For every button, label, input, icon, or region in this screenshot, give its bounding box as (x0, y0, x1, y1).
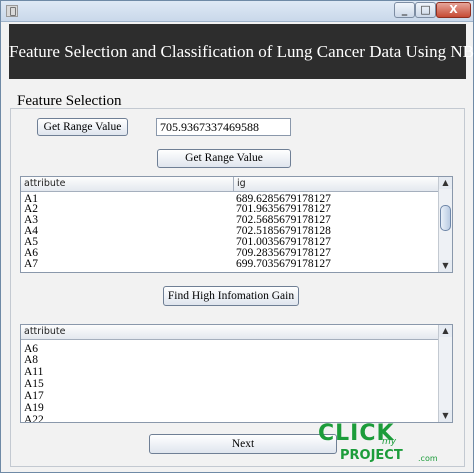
ig-table[interactable]: attribute ig A1 689.6285679178127 A2 701… (20, 176, 453, 273)
logo-sub-text: PROJECT (340, 448, 403, 463)
ig-cell: 701.9635679178127 (236, 204, 331, 215)
table-row[interactable]: A3 702.5685679178127 (21, 215, 440, 226)
scroll-thumb[interactable] (440, 205, 451, 231)
column-header-attribute[interactable]: attribute (21, 177, 233, 191)
table-row[interactable]: A5 701.0035679178127 (21, 237, 440, 248)
ig-cell: 702.5685679178127 (236, 215, 331, 226)
attribute-cell: A17 (24, 391, 44, 402)
column-header-attribute[interactable]: attribute (21, 325, 440, 339)
ig-table-scrollbar[interactable]: ▲ ▼ (438, 177, 452, 272)
attribute-cell: A5 (24, 237, 39, 248)
watermark-logo: CLICK my PROJECT .com (318, 421, 468, 469)
attribute-cell: A8 (24, 355, 39, 366)
table-row[interactable]: A1 689.6285679178127 (21, 194, 440, 205)
list-item[interactable]: A17 (21, 391, 440, 402)
ig-cell: 701.0035679178127 (236, 237, 331, 248)
table-row[interactable]: A2 701.9635679178127 (21, 204, 440, 215)
ig-table-header: attribute ig (21, 177, 440, 192)
attribute-cell: A11 (24, 367, 44, 378)
minimize-button[interactable]: _ (394, 2, 415, 18)
page-title: Feature Selection and Classification of … (9, 42, 474, 61)
attribute-cell: A19 (24, 403, 44, 414)
list-item[interactable]: A19 (21, 403, 440, 414)
get-range-button-2[interactable]: Get Range Value (157, 149, 291, 168)
title-bar[interactable]: _ □ X (1, 1, 473, 22)
ig-cell: 709.2835679178127 (236, 248, 331, 259)
selected-table-header: attribute (21, 325, 440, 340)
list-item[interactable]: A11 (21, 367, 440, 378)
attribute-cell: A2 (24, 204, 39, 215)
selected-table-scrollbar[interactable]: ▲ ▼ (438, 325, 452, 422)
ig-cell: 699.7035679178127 (236, 259, 331, 270)
table-row[interactable]: A7 699.7035679178127 (21, 259, 440, 270)
get-range-button[interactable]: Get Range Value (37, 118, 128, 136)
range-value-field[interactable]: 705.9367337469588 (156, 118, 291, 136)
table-row[interactable]: A6 709.2835679178127 (21, 248, 440, 259)
logo-suffix-text: .com (418, 454, 438, 463)
header-banner: Feature Selection and Classification of … (9, 24, 474, 79)
find-high-gain-button[interactable]: Find High Infomation Gain (163, 286, 299, 306)
attribute-cell: A6 (24, 344, 39, 355)
java-app-icon (6, 5, 18, 17)
scroll-down-arrow-icon[interactable]: ▼ (439, 260, 452, 272)
next-button[interactable]: Next (149, 434, 337, 454)
logo-my-text: my (382, 437, 397, 447)
selected-attributes-table[interactable]: attribute A6 A8 A11 A15 A17 A19 A22 ▲ ▼ (20, 324, 453, 423)
attribute-cell: A15 (24, 379, 44, 390)
table-row[interactable]: A4 702.5185679178128 (21, 226, 440, 237)
list-item[interactable]: A6 (21, 344, 440, 355)
attribute-cell: A6 (24, 248, 39, 259)
maximize-button[interactable]: □ (415, 2, 436, 18)
list-item[interactable]: A15 (21, 379, 440, 390)
close-button[interactable]: X (436, 2, 471, 18)
scroll-up-arrow-icon[interactable]: ▲ (439, 177, 452, 189)
list-item[interactable]: A8 (21, 355, 440, 366)
attribute-cell: A3 (24, 215, 39, 226)
attribute-cell: A4 (24, 226, 39, 237)
ig-cell: 702.5185679178128 (236, 226, 331, 237)
attribute-cell: A7 (24, 259, 39, 270)
column-header-ig[interactable]: ig (233, 177, 440, 191)
scroll-up-arrow-icon[interactable]: ▲ (439, 325, 452, 337)
